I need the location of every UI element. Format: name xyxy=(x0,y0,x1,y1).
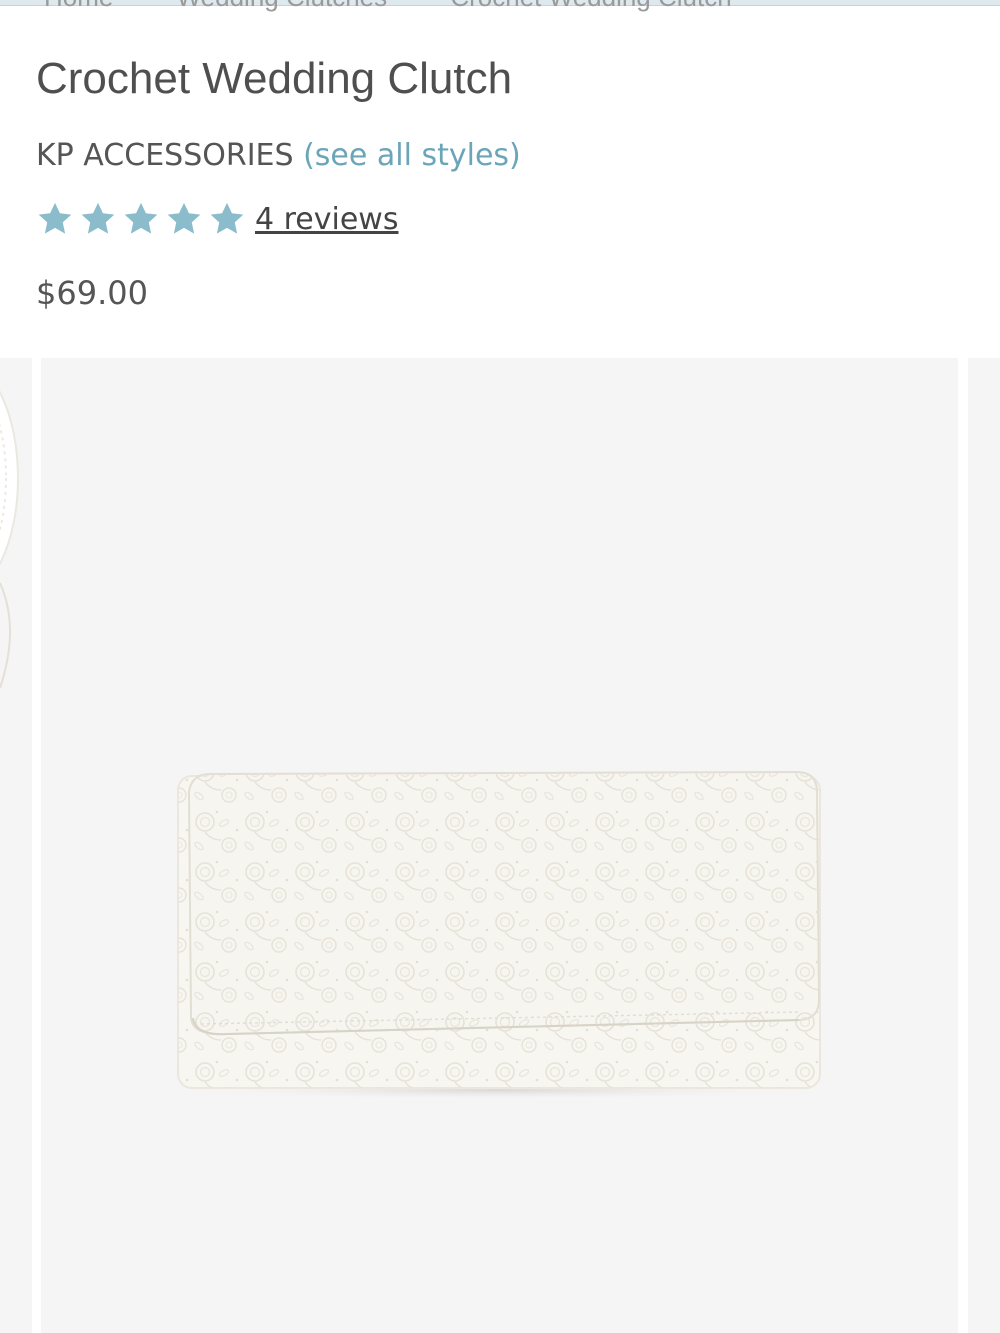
breadcrumb: Home Wedding Clutches Crochet Wedding Cl… xyxy=(44,0,732,12)
rating-row: 4 reviews xyxy=(36,200,398,238)
main-image-slide[interactable] xyxy=(41,358,958,1333)
breadcrumb-current: Crochet Wedding Clutch xyxy=(450,0,731,13)
star-icon xyxy=(210,202,244,234)
star-rating xyxy=(36,200,251,238)
star-icon xyxy=(167,202,201,234)
see-all-styles-link[interactable]: (see all styles) xyxy=(303,138,521,173)
breadcrumb-category[interactable]: Wedding Clutches xyxy=(177,0,388,13)
reviews-link[interactable]: 4 reviews xyxy=(255,202,398,237)
clutch-product-image xyxy=(167,770,827,1100)
star-icon xyxy=(81,202,115,234)
product-price: $69.00 xyxy=(36,274,148,312)
product-image-gallery[interactable] xyxy=(0,358,1000,1333)
brand-name: KP ACCESSORIES xyxy=(36,138,294,173)
previous-clutch-image xyxy=(0,390,19,689)
brand-row: KP ACCESSORIES (see all styles) xyxy=(36,138,521,173)
previous-image-slide[interactable] xyxy=(0,358,32,1333)
product-title: Crochet Wedding Clutch xyxy=(36,54,513,103)
breadcrumb-home[interactable]: Home xyxy=(44,0,113,13)
star-icon xyxy=(38,202,72,234)
next-image-slide[interactable] xyxy=(968,358,1000,1333)
star-icon xyxy=(124,202,158,234)
